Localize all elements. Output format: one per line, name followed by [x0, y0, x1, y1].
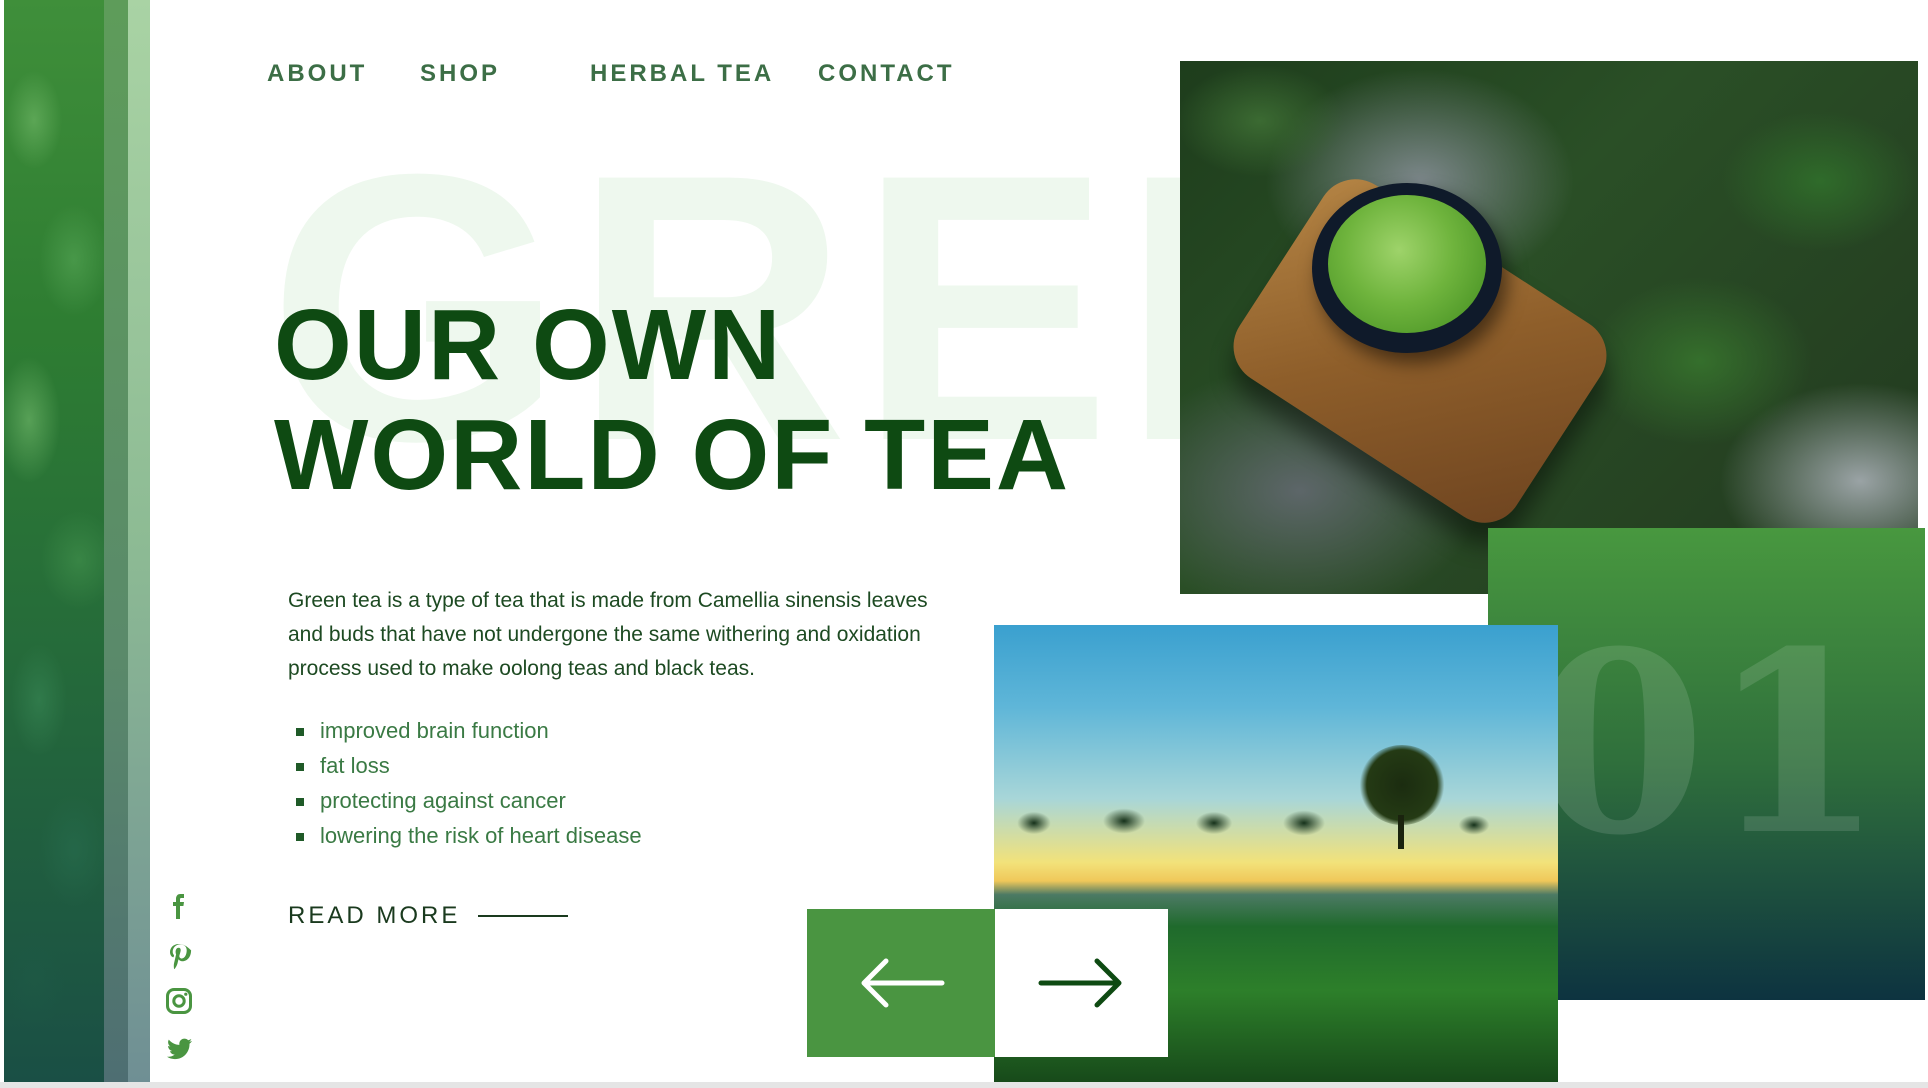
nav-contact[interactable]: CONTACT [818, 60, 955, 88]
slide-number: 01 [1532, 596, 1888, 890]
benefits-list: improved brain function fat loss protect… [296, 713, 642, 853]
arrow-right-icon [1038, 958, 1121, 1008]
list-item: protecting against cancer [296, 783, 642, 818]
arrow-left-icon [861, 958, 945, 1008]
nav-shop[interactable]: SHOP [420, 60, 500, 88]
prev-slide-button[interactable] [807, 909, 995, 1057]
heading-line-1: OUR OWN [274, 289, 783, 401]
twitter-icon[interactable] [164, 1034, 194, 1064]
decorative-stripe [128, 0, 150, 1082]
tree-line [994, 803, 1558, 839]
read-more-line [478, 915, 569, 917]
read-more-label: READ MORE [288, 902, 461, 929]
hero-description: Green tea is a type of tea that is made … [288, 589, 928, 680]
instagram-icon[interactable] [164, 986, 194, 1016]
read-more-link[interactable]: READ MORE [288, 902, 569, 930]
heading-line-2-bold: OF TEA [691, 399, 1071, 511]
hero-heading: OUR OWN WORLD OF TEA [274, 290, 1070, 510]
leaf-image-strip [4, 0, 104, 1082]
matcha-tea [1328, 195, 1486, 333]
list-item: improved brain function [296, 713, 642, 748]
pinterest-icon[interactable] [164, 941, 194, 971]
facebook-icon[interactable] [164, 891, 194, 921]
matcha-tea-image [1180, 61, 1918, 594]
nav-herbal-tea[interactable]: HERBAL TEA [590, 60, 774, 88]
decorative-stripe [104, 0, 128, 1082]
next-slide-button[interactable] [995, 909, 1168, 1057]
tree [1359, 745, 1445, 825]
bottom-divider [0, 1082, 1928, 1088]
nav-about[interactable]: ABOUT [267, 60, 367, 88]
list-item: lowering the risk of heart disease [296, 818, 642, 853]
white-patch [1558, 1000, 1928, 1082]
tree-trunk [1398, 815, 1404, 849]
heading-line-2-normal: WORLD [274, 399, 692, 511]
list-item: fat loss [296, 748, 642, 783]
heading-line-2: WORLD OF TEA [274, 400, 1070, 510]
